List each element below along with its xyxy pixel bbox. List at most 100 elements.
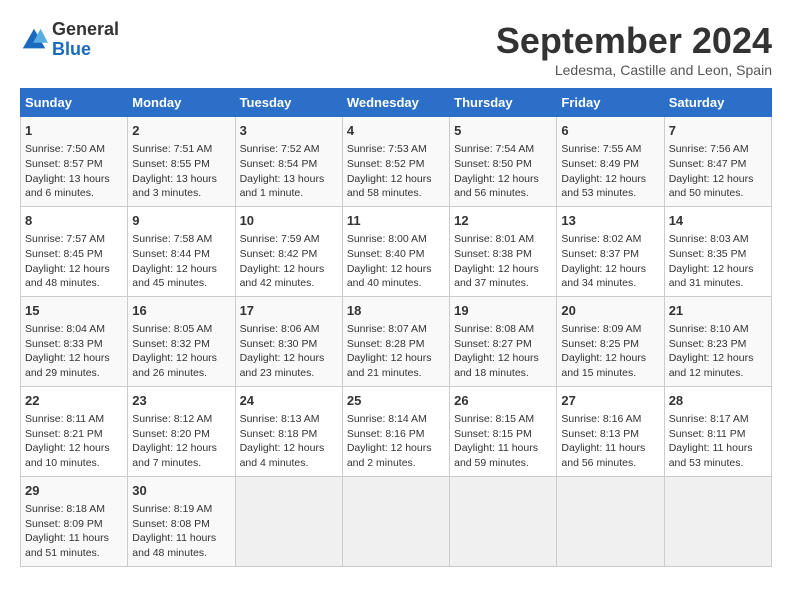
day-info: Sunrise: 8:11 AMSunset: 8:21 PMDaylight:… bbox=[25, 412, 123, 471]
week-row-2: 8 Sunrise: 7:57 AMSunset: 8:45 PMDaylight… bbox=[21, 206, 772, 296]
day-number: 24 bbox=[240, 392, 338, 410]
day-number: 27 bbox=[561, 392, 659, 410]
week-row-3: 15Sunrise: 8:04 AMSunset: 8:33 PMDayligh… bbox=[21, 296, 772, 386]
calendar-table: SundayMondayTuesdayWednesdayThursdayFrid… bbox=[20, 88, 772, 567]
day-info: Sunrise: 8:13 AMSunset: 8:18 PMDaylight:… bbox=[240, 412, 338, 471]
day-number: 29 bbox=[25, 482, 123, 500]
day-info: Sunrise: 8:05 AMSunset: 8:32 PMDaylight:… bbox=[132, 322, 230, 381]
title-area: September 2024 Ledesma, Castille and Leo… bbox=[496, 20, 772, 78]
column-header-saturday: Saturday bbox=[664, 89, 771, 117]
day-cell: 14 Sunrise: 8:03 AMSunset: 8:35 PMDayligh… bbox=[664, 206, 771, 296]
column-header-monday: Monday bbox=[128, 89, 235, 117]
day-number: 9 bbox=[132, 212, 230, 230]
day-cell: 13Sunrise: 8:02 AMSunset: 8:37 PMDayligh… bbox=[557, 206, 664, 296]
day-number: 28 bbox=[669, 392, 767, 410]
day-number: 22 bbox=[25, 392, 123, 410]
day-cell: 19Sunrise: 8:08 AMSunset: 8:27 PMDayligh… bbox=[450, 296, 557, 386]
day-info: Sunrise: 7:54 AMSunset: 8:50 PMDaylight:… bbox=[454, 142, 552, 201]
day-cell: 26 Sunrise: 8:15 AMSunset: 8:15 PMDayligh… bbox=[450, 386, 557, 476]
day-cell: 11Sunrise: 8:00 AMSunset: 8:40 PMDayligh… bbox=[342, 206, 449, 296]
logo-blue: Blue bbox=[52, 40, 119, 60]
day-number: 30 bbox=[132, 482, 230, 500]
day-number: 5 bbox=[454, 122, 552, 140]
day-info: Sunrise: 8:12 AMSunset: 8:20 PMDaylight:… bbox=[132, 412, 230, 471]
day-info: Sunrise: 8:07 AMSunset: 8:28 PMDaylight:… bbox=[347, 322, 445, 381]
header-row: SundayMondayTuesdayWednesdayThursdayFrid… bbox=[21, 89, 772, 117]
day-info: Sunrise: 8:16 AMSunset: 8:13 PMDaylight:… bbox=[561, 412, 659, 471]
column-header-sunday: Sunday bbox=[21, 89, 128, 117]
day-number: 1 bbox=[25, 122, 123, 140]
day-cell: 28 Sunrise: 8:17 AMSunset: 8:11 PMDayligh… bbox=[664, 386, 771, 476]
day-cell: 25Sunrise: 8:14 AMSunset: 8:16 PMDayligh… bbox=[342, 386, 449, 476]
day-cell: 2 Sunrise: 7:51 AMSunset: 8:55 PMDaylight… bbox=[128, 117, 235, 207]
day-info: Sunrise: 7:56 AMSunset: 8:47 PMDaylight:… bbox=[669, 142, 767, 201]
day-info: Sunrise: 8:19 AMSunset: 8:08 PMDaylight:… bbox=[132, 502, 230, 561]
day-cell: 6Sunrise: 7:55 AMSunset: 8:49 PMDaylight… bbox=[557, 117, 664, 207]
day-cell: 4Sunrise: 7:53 AMSunset: 8:52 PMDaylight… bbox=[342, 117, 449, 207]
day-cell: 10Sunrise: 7:59 AMSunset: 8:42 PMDayligh… bbox=[235, 206, 342, 296]
day-cell: 1 Sunrise: 7:50 AMSunset: 8:57 PMDaylight… bbox=[21, 117, 128, 207]
day-number: 3 bbox=[240, 122, 338, 140]
day-cell bbox=[557, 476, 664, 566]
logo-icon bbox=[20, 26, 48, 54]
week-row-1: 1 Sunrise: 7:50 AMSunset: 8:57 PMDaylight… bbox=[21, 117, 772, 207]
day-info: Sunrise: 8:09 AMSunset: 8:25 PMDaylight:… bbox=[561, 322, 659, 381]
day-cell: 7 Sunrise: 7:56 AMSunset: 8:47 PMDaylight… bbox=[664, 117, 771, 207]
day-info: Sunrise: 8:17 AMSunset: 8:11 PMDaylight:… bbox=[669, 412, 767, 471]
day-info: Sunrise: 8:02 AMSunset: 8:37 PMDaylight:… bbox=[561, 232, 659, 291]
column-header-tuesday: Tuesday bbox=[235, 89, 342, 117]
day-info: Sunrise: 7:57 AMSunset: 8:45 PMDaylight:… bbox=[25, 232, 123, 291]
day-number: 23 bbox=[132, 392, 230, 410]
day-info: Sunrise: 7:52 AMSunset: 8:54 PMDaylight:… bbox=[240, 142, 338, 201]
day-info: Sunrise: 7:50 AMSunset: 8:57 PMDaylight:… bbox=[25, 142, 123, 201]
day-number: 17 bbox=[240, 302, 338, 320]
header: General Blue September 2024 Ledesma, Cas… bbox=[20, 20, 772, 78]
day-info: Sunrise: 7:55 AMSunset: 8:49 PMDaylight:… bbox=[561, 142, 659, 201]
logo: General Blue bbox=[20, 20, 119, 60]
day-number: 18 bbox=[347, 302, 445, 320]
column-header-thursday: Thursday bbox=[450, 89, 557, 117]
day-cell: 18 Sunrise: 8:07 AMSunset: 8:28 PMDayligh… bbox=[342, 296, 449, 386]
day-cell: 12 Sunrise: 8:01 AMSunset: 8:38 PMDayligh… bbox=[450, 206, 557, 296]
day-cell bbox=[342, 476, 449, 566]
day-number: 8 bbox=[25, 212, 123, 230]
day-number: 19 bbox=[454, 302, 552, 320]
calendar-subtitle: Ledesma, Castille and Leon, Spain bbox=[496, 62, 772, 78]
day-cell: 8 Sunrise: 7:57 AMSunset: 8:45 PMDaylight… bbox=[21, 206, 128, 296]
day-info: Sunrise: 8:06 AMSunset: 8:30 PMDaylight:… bbox=[240, 322, 338, 381]
day-info: Sunrise: 8:15 AMSunset: 8:15 PMDaylight:… bbox=[454, 412, 552, 471]
day-info: Sunrise: 7:51 AMSunset: 8:55 PMDaylight:… bbox=[132, 142, 230, 201]
day-number: 26 bbox=[454, 392, 552, 410]
day-cell: 9 Sunrise: 7:58 AMSunset: 8:44 PMDaylight… bbox=[128, 206, 235, 296]
day-cell: 20 Sunrise: 8:09 AMSunset: 8:25 PMDayligh… bbox=[557, 296, 664, 386]
day-number: 12 bbox=[454, 212, 552, 230]
day-info: Sunrise: 8:18 AMSunset: 8:09 PMDaylight:… bbox=[25, 502, 123, 561]
column-header-wednesday: Wednesday bbox=[342, 89, 449, 117]
day-cell: 16 Sunrise: 8:05 AMSunset: 8:32 PMDayligh… bbox=[128, 296, 235, 386]
day-info: Sunrise: 7:58 AMSunset: 8:44 PMDaylight:… bbox=[132, 232, 230, 291]
logo-text: General Blue bbox=[52, 20, 119, 60]
logo-general: General bbox=[52, 20, 119, 40]
day-number: 14 bbox=[669, 212, 767, 230]
day-info: Sunrise: 7:53 AMSunset: 8:52 PMDaylight:… bbox=[347, 142, 445, 201]
day-info: Sunrise: 8:01 AMSunset: 8:38 PMDaylight:… bbox=[454, 232, 552, 291]
day-info: Sunrise: 8:00 AMSunset: 8:40 PMDaylight:… bbox=[347, 232, 445, 291]
day-info: Sunrise: 8:03 AMSunset: 8:35 PMDaylight:… bbox=[669, 232, 767, 291]
day-cell: 5 Sunrise: 7:54 AMSunset: 8:50 PMDaylight… bbox=[450, 117, 557, 207]
day-number: 2 bbox=[132, 122, 230, 140]
day-cell bbox=[664, 476, 771, 566]
day-number: 25 bbox=[347, 392, 445, 410]
day-info: Sunrise: 8:10 AMSunset: 8:23 PMDaylight:… bbox=[669, 322, 767, 381]
day-number: 20 bbox=[561, 302, 659, 320]
day-cell bbox=[450, 476, 557, 566]
day-number: 10 bbox=[240, 212, 338, 230]
week-row-4: 22 Sunrise: 8:11 AMSunset: 8:21 PMDayligh… bbox=[21, 386, 772, 476]
day-cell bbox=[235, 476, 342, 566]
week-row-5: 29 Sunrise: 8:18 AMSunset: 8:09 PMDayligh… bbox=[21, 476, 772, 566]
day-number: 21 bbox=[669, 302, 767, 320]
day-info: Sunrise: 8:04 AMSunset: 8:33 PMDaylight:… bbox=[25, 322, 123, 381]
calendar-title: September 2024 bbox=[496, 20, 772, 62]
day-number: 7 bbox=[669, 122, 767, 140]
day-cell: 24 Sunrise: 8:13 AMSunset: 8:18 PMDayligh… bbox=[235, 386, 342, 476]
day-number: 16 bbox=[132, 302, 230, 320]
